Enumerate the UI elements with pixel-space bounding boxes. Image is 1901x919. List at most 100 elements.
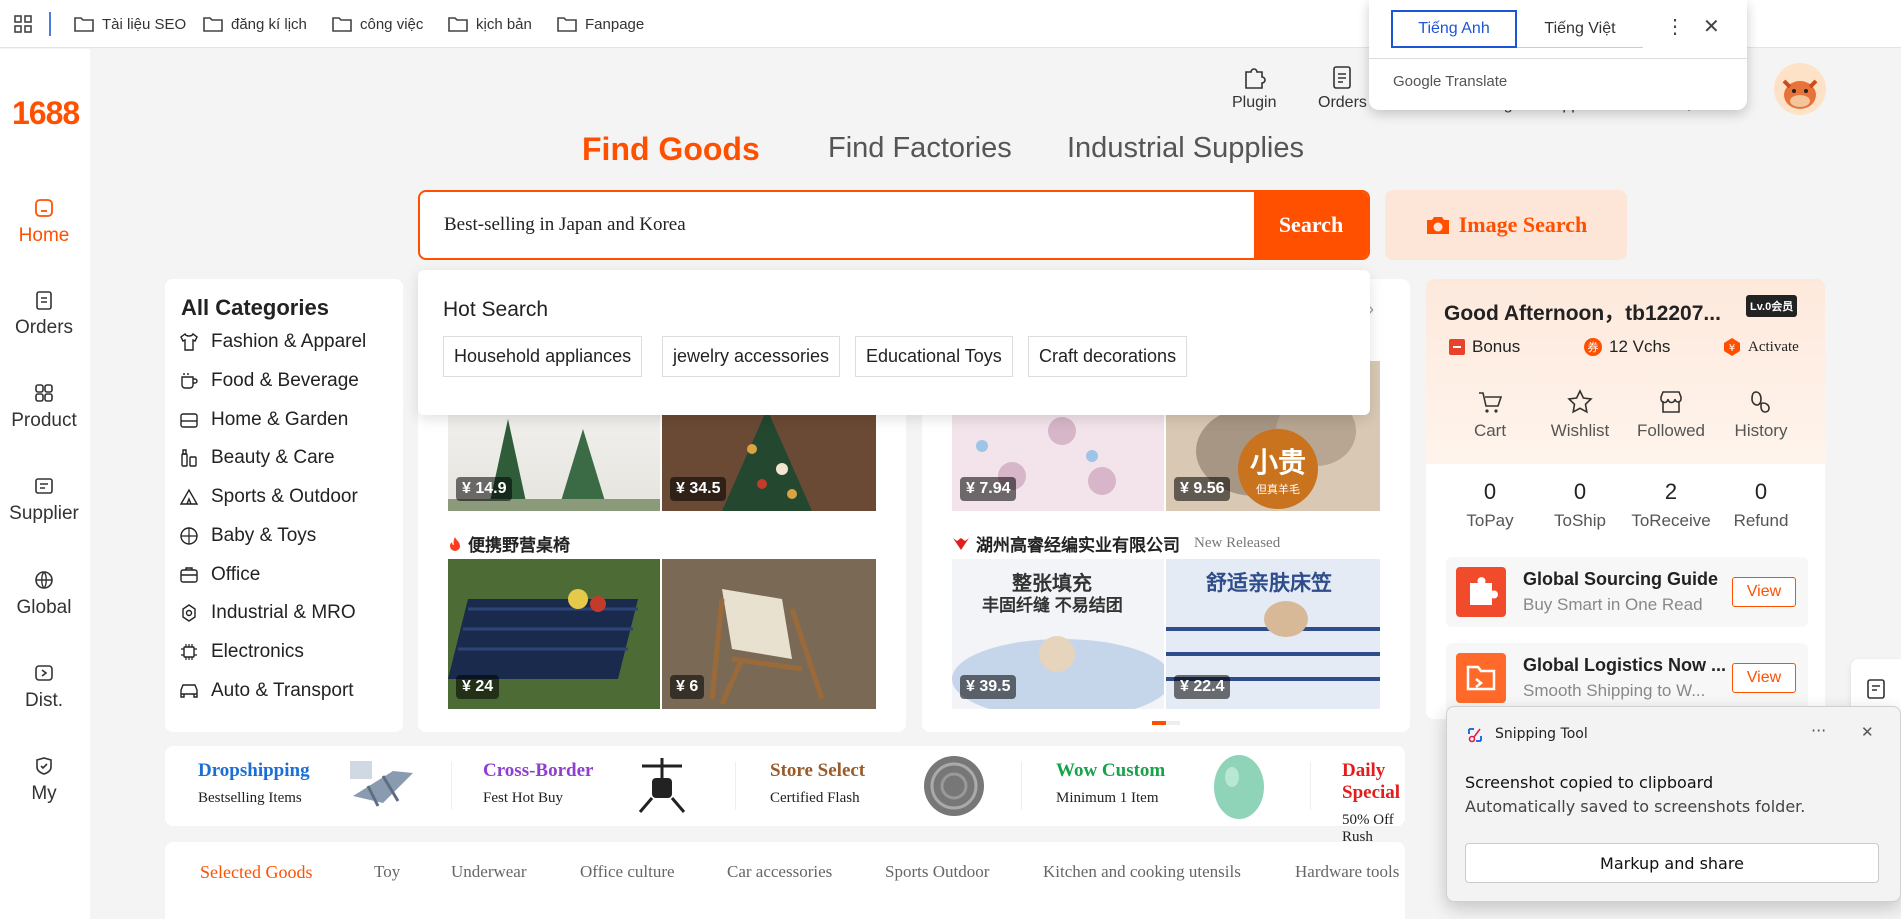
sidebar-item-orders[interactable]: Orders (0, 289, 88, 339)
header-orders-button[interactable]: Orders (1318, 63, 1367, 112)
tab-toy[interactable]: Toy (374, 862, 400, 882)
tab-find-factories[interactable]: Find Factories (828, 132, 1012, 165)
promo-global-logistics[interactable]: Global Logistics Now ... Smooth Shipping… (1446, 643, 1808, 713)
tab-sports-outdoor[interactable]: Sports Outdoor (885, 862, 989, 882)
markup-and-share-button[interactable]: Markup and share (1465, 843, 1879, 883)
sidebar-item-dist[interactable]: Dist. (0, 662, 88, 712)
chip-icon (181, 644, 197, 660)
apps-grid-icon[interactable] (14, 15, 32, 38)
category-item[interactable]: Baby & Toys (179, 525, 316, 547)
hot-search-chip[interactable]: Craft decorations (1028, 336, 1188, 377)
logo[interactable]: 1688 (12, 95, 80, 132)
bookmark-label: Fanpage (585, 15, 645, 33)
tab-industrial-supplies[interactable]: Industrial Supplies (1067, 132, 1304, 165)
hot-search-chip[interactable]: jewelry accessories (662, 336, 841, 377)
tab-underwear[interactable]: Underwear (451, 862, 527, 882)
cart-icon (1479, 392, 1503, 413)
sidebar-item-my[interactable]: My (0, 755, 88, 805)
avatar[interactable] (1774, 63, 1826, 115)
action-cart[interactable]: Cart (1450, 389, 1530, 441)
sidebar-item-home[interactable]: Home (0, 197, 88, 247)
product-tile[interactable]: 舒适亲肤床笠 ¥ 22.4 (1166, 559, 1380, 709)
close-icon[interactable]: ✕ (1861, 723, 1874, 741)
category-label: Electronics (211, 641, 304, 662)
google-translate-brand: Google Translate (1393, 73, 1507, 90)
product-tile[interactable]: ¥ 6 (662, 559, 876, 709)
close-icon[interactable]: ✕ (1703, 14, 1720, 39)
translate-tab-english[interactable]: Tiếng Anh (1391, 10, 1517, 48)
order-count-topay[interactable]: 0 ToPay (1450, 479, 1530, 531)
activate-link[interactable]: ¥ Activate (1722, 337, 1799, 357)
product-tile[interactable]: ¥ 24 (448, 559, 660, 709)
action-wishlist[interactable]: Wishlist (1540, 389, 1620, 441)
search-input[interactable] (444, 192, 1224, 258)
order-count-toreceive[interactable]: 2 ToReceive (1631, 479, 1711, 531)
tab-office-culture[interactable]: Office culture (580, 862, 675, 882)
order-count-refund[interactable]: 0 Refund (1721, 479, 1801, 531)
member-level-badge: Lv.0会员 (1746, 295, 1798, 317)
action-followed[interactable]: Followed (1631, 389, 1711, 441)
fire-icon (450, 536, 460, 551)
action-history[interactable]: History (1721, 389, 1801, 441)
category-item[interactable]: Home & Garden (179, 409, 348, 431)
tab-selected-goods[interactable]: Selected Goods (200, 862, 312, 883)
sidebar-item-product[interactable]: Product (0, 382, 88, 432)
search-button[interactable]: Search (1254, 192, 1368, 258)
feature-wow-custom[interactable]: Wow Custom Minimum 1 Item (1056, 760, 1165, 807)
sidebar-item-label: Supplier (9, 503, 79, 524)
activate-label: Activate (1748, 338, 1799, 355)
tab-kitchen[interactable]: Kitchen and cooking utensils (1043, 862, 1241, 882)
product-tile[interactable]: 整张填充 丰固纤缝 不易结团 ¥ 39.5 (952, 559, 1164, 709)
sidebar-item-label: Global (16, 597, 72, 618)
feature-dropshipping[interactable]: Dropshipping Bestselling Items (198, 760, 310, 807)
sidebar-item-supplier[interactable]: Supplier (0, 475, 88, 525)
sidebar-item-global[interactable]: Global (0, 569, 88, 619)
hot-search-chip[interactable]: Educational Toys (855, 336, 1013, 377)
clipboard-icon (1333, 66, 1352, 89)
bonus-link[interactable]: Bonus (1448, 337, 1520, 357)
sidebar-item-label: Orders (14, 317, 74, 338)
svg-text:券: 券 (1588, 340, 1599, 354)
bookmark-item[interactable]: công việc (332, 12, 423, 36)
category-label: Office (211, 564, 261, 585)
category-item[interactable]: Industrial & MRO (179, 602, 356, 624)
view-button[interactable]: View (1732, 577, 1796, 607)
image-search-button[interactable]: Image Search (1385, 190, 1627, 260)
promo-sourcing-guide[interactable]: Global Sourcing Guide Buy Smart in One R… (1446, 557, 1808, 627)
feature-cross-border[interactable]: Cross-Border Fest Hot Buy (483, 760, 593, 807)
translate-tab-vietnamese[interactable]: Tiếng Việt (1517, 10, 1643, 48)
category-item[interactable]: Fashion & Apparel (179, 331, 366, 353)
tab-find-goods[interactable]: Find Goods (582, 131, 760, 168)
product-tile[interactable]: ¥ 14.9 (448, 409, 660, 511)
feature-store-select[interactable]: Store Select Certified Flash (770, 760, 865, 807)
category-item[interactable]: Office (179, 564, 260, 586)
view-button[interactable]: View (1732, 663, 1796, 693)
category-item[interactable]: Auto & Transport (179, 680, 354, 702)
feature-daily-special[interactable]: Daily Special 50% Off Rush (1342, 760, 1405, 846)
category-label: Auto & Transport (211, 680, 354, 701)
category-item[interactable]: Electronics (179, 641, 304, 663)
feature-subtitle: Certified Flash (770, 790, 860, 806)
tent-icon (179, 488, 199, 505)
bookmark-item[interactable]: kịch bản (448, 12, 532, 36)
bookmark-item[interactable]: Tài liệu SEO (74, 12, 186, 36)
bookmark-item[interactable]: đăng kí lịch (203, 12, 307, 36)
ball-icon (180, 527, 198, 545)
more-options-icon[interactable]: ⋮ (1665, 14, 1685, 39)
home-icon (35, 199, 53, 217)
tab-car-accessories[interactable]: Car accessories (727, 862, 832, 882)
vouchers-link[interactable]: 券 12 Vchs (1583, 337, 1670, 357)
more-options-icon[interactable]: ··· (1811, 721, 1826, 740)
promo-badge-text: 小贵 (1249, 447, 1306, 478)
category-item[interactable]: Beauty & Care (179, 447, 335, 469)
hot-search-chip[interactable]: Household appliances (443, 336, 643, 377)
category-item[interactable]: Sports & Outdoor (179, 486, 358, 508)
star-icon (1567, 389, 1593, 414)
product-tile[interactable]: ¥ 34.5 (662, 409, 876, 511)
category-item[interactable]: Food & Beverage (179, 370, 359, 392)
plugin-button[interactable]: Plugin (1232, 63, 1276, 112)
steel-scrubber-image (924, 756, 984, 816)
bookmark-item[interactable]: Fanpage (557, 12, 644, 36)
order-count-toship[interactable]: 0 ToShip (1540, 479, 1620, 531)
tab-hardware-tools[interactable]: Hardware tools (1295, 862, 1399, 882)
